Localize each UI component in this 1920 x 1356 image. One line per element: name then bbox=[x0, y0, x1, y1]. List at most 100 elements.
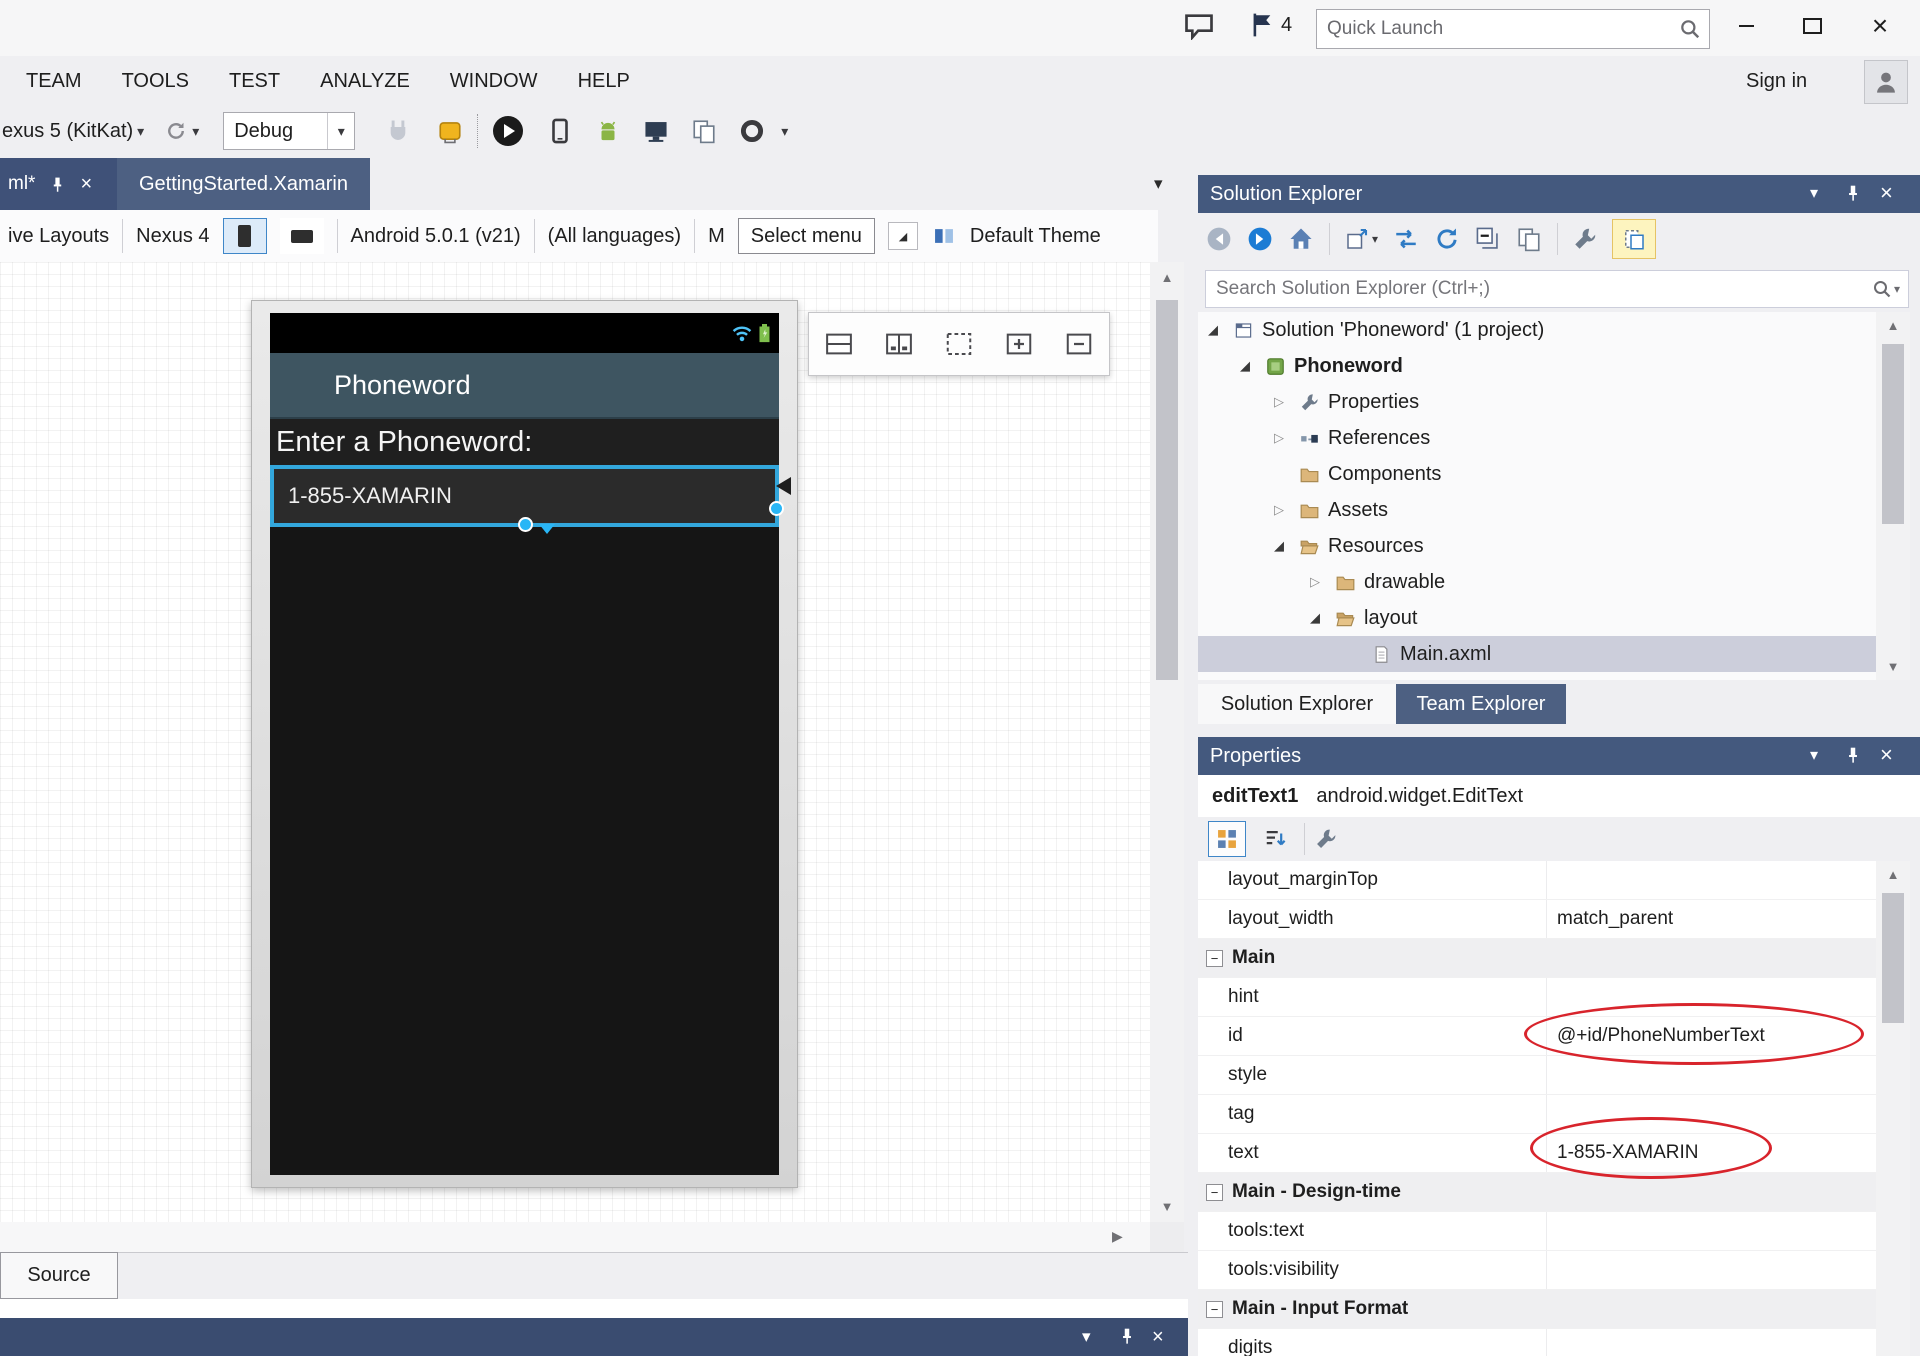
tree-item-main-axml[interactable]: Main.axml bbox=[1198, 636, 1876, 672]
property-row[interactable]: digits bbox=[1198, 1329, 1876, 1356]
window-position-chevron-icon[interactable]: ▾ bbox=[1082, 1327, 1091, 1347]
tab-list-chevron-icon[interactable]: ▾ bbox=[1154, 174, 1163, 194]
property-category-row[interactable]: − Main - Design-time bbox=[1198, 1173, 1876, 1212]
run-button[interactable] bbox=[493, 116, 523, 146]
property-category-row[interactable]: − Main bbox=[1198, 939, 1876, 978]
select-menu-combo[interactable]: Select menu bbox=[738, 218, 875, 254]
alphabetical-sort-button[interactable] bbox=[1256, 821, 1294, 857]
scrollbar-thumb[interactable] bbox=[1882, 893, 1904, 1023]
theme-selector[interactable]: Default Theme bbox=[970, 225, 1101, 248]
menu-team[interactable]: TEAM bbox=[26, 70, 82, 93]
search-options-chevron-icon[interactable]: ▾ bbox=[1894, 282, 1900, 296]
tree-item-solution[interactable]: ◢ Solution 'Phoneword' (1 project) bbox=[1198, 312, 1876, 348]
search-icon[interactable] bbox=[1872, 279, 1892, 299]
menu-window[interactable]: WINDOW bbox=[450, 70, 538, 93]
device-dropdown[interactable]: exus 5 (KitKat) bbox=[2, 120, 133, 143]
scroll-up-icon[interactable]: ▲ bbox=[1876, 318, 1910, 333]
show-all-files-toggle[interactable] bbox=[1612, 219, 1656, 259]
scroll-down-icon[interactable]: ▼ bbox=[1150, 1199, 1184, 1214]
property-value[interactable] bbox=[1546, 1251, 1876, 1289]
selection-bounds-button[interactable] bbox=[933, 317, 985, 371]
chevron-down-icon[interactable]: ▾ bbox=[192, 123, 199, 140]
expander-icon[interactable]: ◢ bbox=[1274, 538, 1300, 554]
tree-item-layout[interactable]: ◢ layout bbox=[1198, 600, 1876, 636]
properties-scrollbar[interactable]: ▲ bbox=[1876, 861, 1910, 1356]
source-view-tab[interactable]: Source bbox=[0, 1252, 118, 1299]
search-icon[interactable] bbox=[1679, 18, 1701, 40]
refresh-icon[interactable] bbox=[1434, 226, 1460, 252]
tree-item-assets[interactable]: ▷ Assets bbox=[1198, 492, 1876, 528]
edittext-widget-selected[interactable]: 1-855-XAMARIN bbox=[270, 465, 779, 527]
textview-label[interactable]: Enter a Phoneword: bbox=[270, 419, 779, 465]
designer-vertical-scrollbar[interactable]: ▲ ▼ bbox=[1150, 262, 1184, 1222]
close-icon[interactable]: × bbox=[1152, 1327, 1164, 1347]
resize-handle-bottom[interactable] bbox=[518, 517, 533, 532]
chevron-down-icon[interactable]: ▾ bbox=[137, 123, 144, 140]
close-button[interactable]: × bbox=[1856, 4, 1904, 48]
account-avatar[interactable] bbox=[1864, 60, 1908, 104]
property-value[interactable] bbox=[1546, 1212, 1876, 1250]
tree-item-drawable[interactable]: ▷ drawable bbox=[1198, 564, 1876, 600]
collapse-icon[interactable]: − bbox=[1206, 1301, 1223, 1318]
expander-icon[interactable]: ◢ bbox=[1208, 322, 1234, 338]
forward-icon[interactable] bbox=[1247, 226, 1273, 252]
attach-icon[interactable] bbox=[385, 118, 411, 144]
drop-down-handle-icon[interactable] bbox=[539, 524, 555, 534]
window-menu-chevron-icon[interactable]: ▾ bbox=[1810, 183, 1818, 203]
property-row[interactable]: layout_marginTop bbox=[1198, 861, 1876, 900]
selected-object-row[interactable]: editText1 android.widget.EditText bbox=[1198, 775, 1920, 817]
tree-item-components[interactable]: Components bbox=[1198, 456, 1876, 492]
split-vertical-button[interactable] bbox=[873, 317, 925, 371]
property-value[interactable] bbox=[1546, 861, 1876, 899]
sdk-manager-icon[interactable] bbox=[739, 118, 765, 144]
portrait-button[interactable] bbox=[223, 218, 267, 254]
pin-icon[interactable] bbox=[1844, 184, 1862, 202]
expander-icon[interactable]: ◢ bbox=[1240, 358, 1266, 374]
expander-icon[interactable]: ◢ bbox=[1310, 610, 1336, 626]
scrollbar-thumb[interactable] bbox=[1882, 344, 1904, 524]
property-category-row[interactable]: − Main - Input Format bbox=[1198, 1290, 1876, 1329]
pin-icon[interactable] bbox=[1844, 746, 1862, 764]
feedback-icon[interactable] bbox=[1184, 13, 1214, 40]
notifications-button[interactable]: 4 bbox=[1250, 12, 1292, 38]
tab-solution-explorer[interactable]: Solution Explorer bbox=[1198, 684, 1396, 724]
property-pages-wrench-icon[interactable] bbox=[1315, 828, 1337, 850]
chevron-down-icon[interactable]: ▾ bbox=[327, 113, 354, 149]
property-row[interactable]: tools:visibility bbox=[1198, 1251, 1876, 1290]
solution-explorer-header[interactable]: Solution Explorer ▾ × bbox=[1198, 175, 1920, 213]
collapse-icon[interactable]: − bbox=[1206, 1184, 1223, 1201]
solution-search-input[interactable] bbox=[1206, 278, 1872, 300]
back-icon[interactable] bbox=[1206, 226, 1232, 252]
tree-item-references[interactable]: ▷ References bbox=[1198, 420, 1876, 456]
menu-analyze[interactable]: ANALYZE bbox=[320, 70, 410, 93]
profiler-icon[interactable] bbox=[437, 118, 463, 144]
menu-preview-button[interactable]: ◢ bbox=[888, 222, 918, 250]
landscape-button[interactable] bbox=[280, 218, 324, 254]
solution-explorer-scrollbar[interactable]: ▲ ▼ bbox=[1876, 312, 1910, 680]
split-horizontal-button[interactable] bbox=[813, 317, 865, 371]
designer-horizontal-scrollbar[interactable]: ▶ bbox=[0, 1222, 1150, 1252]
refresh-devices-icon[interactable] bbox=[164, 119, 188, 143]
tree-item-resources[interactable]: ◢ Resources bbox=[1198, 528, 1876, 564]
property-value[interactable]: match_parent bbox=[1546, 900, 1876, 938]
resize-handle-right[interactable] bbox=[769, 501, 784, 516]
maximize-button[interactable] bbox=[1788, 4, 1836, 48]
device-selector[interactable]: Nexus 4 bbox=[136, 225, 209, 248]
device-screen-icon[interactable] bbox=[643, 118, 669, 144]
minimize-button[interactable] bbox=[1722, 4, 1770, 48]
categorized-view-button[interactable] bbox=[1208, 821, 1246, 857]
tree-item-properties[interactable]: ▷ Properties bbox=[1198, 384, 1876, 420]
tab-main-axml[interactable]: ml* × bbox=[0, 158, 125, 210]
expander-icon[interactable]: ▷ bbox=[1274, 502, 1300, 518]
collapse-icon[interactable]: − bbox=[1206, 950, 1223, 967]
properties-wrench-icon[interactable] bbox=[1573, 227, 1597, 251]
quick-launch-input[interactable] bbox=[1317, 18, 1679, 40]
expander-icon[interactable]: ▷ bbox=[1274, 430, 1300, 446]
home-icon[interactable] bbox=[1288, 226, 1314, 252]
android-emulator-icon[interactable] bbox=[595, 118, 621, 144]
window-menu-chevron-icon[interactable]: ▾ bbox=[1810, 745, 1818, 765]
toolbar-overflow-icon[interactable]: ▾ bbox=[781, 123, 788, 140]
expander-icon[interactable]: ▷ bbox=[1274, 394, 1300, 410]
properties-panel-header[interactable]: Properties ▾ × bbox=[1198, 737, 1920, 775]
menu-tools[interactable]: TOOLS bbox=[122, 70, 189, 93]
